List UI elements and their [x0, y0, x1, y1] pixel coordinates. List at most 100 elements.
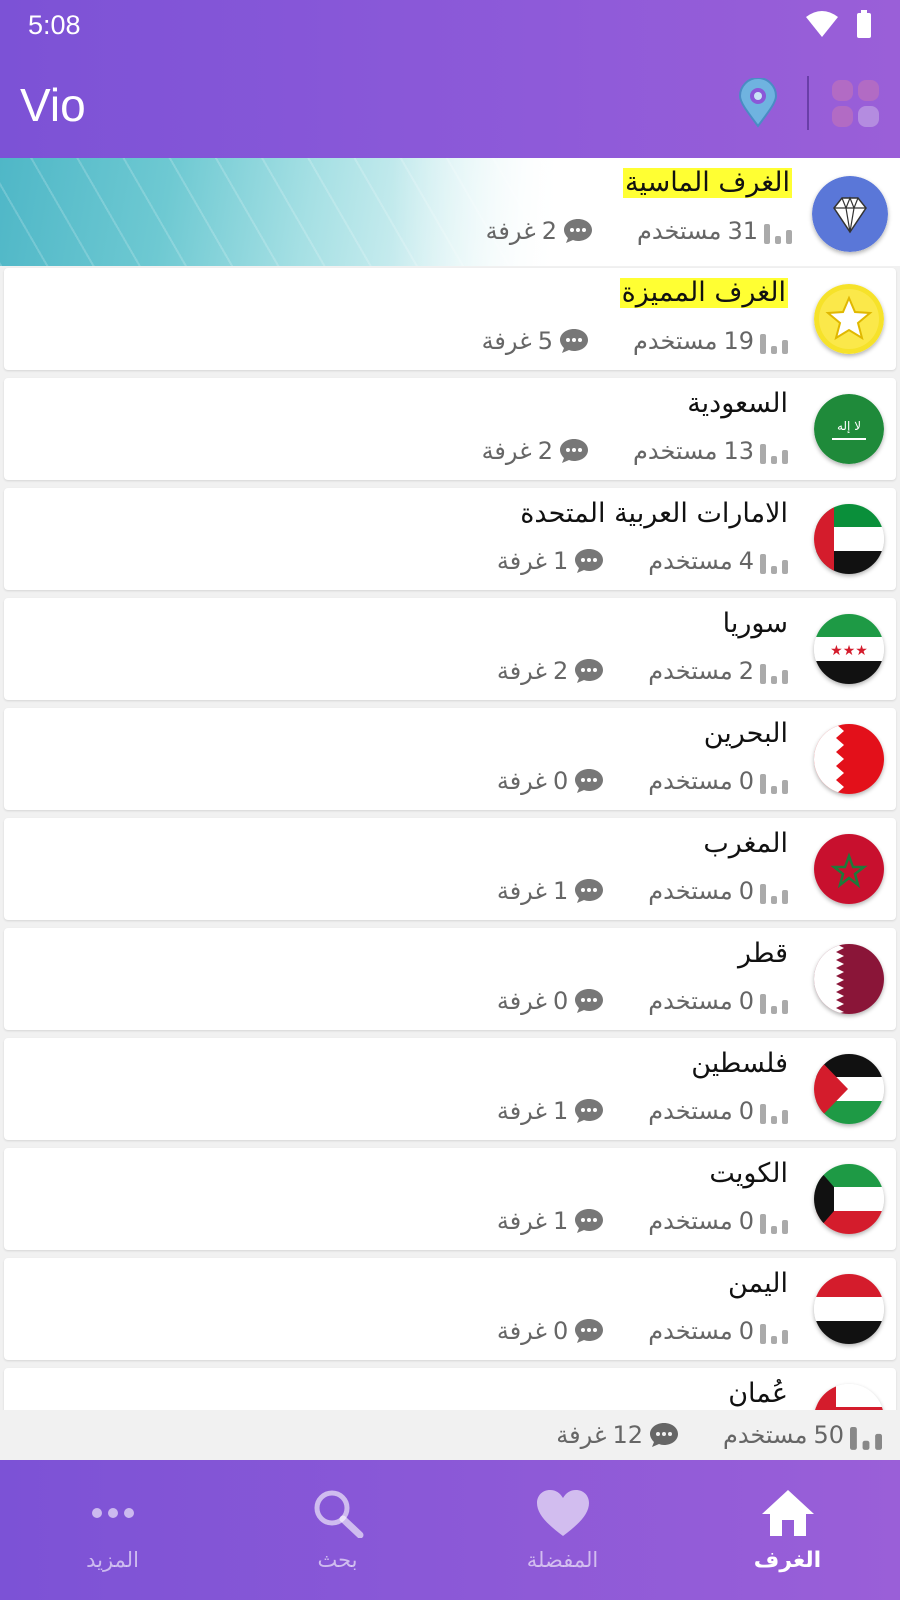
- status-time: 5:08: [28, 10, 81, 40]
- room-stats: 31 مستخدم 2 غرفة: [486, 216, 792, 246]
- room-label: غرفة: [496, 987, 547, 1015]
- chat-bubble-icon: [575, 769, 604, 793]
- room-name: المغرب: [703, 828, 788, 859]
- heart-icon: [536, 1490, 589, 1536]
- room-name: السعودية: [687, 388, 788, 419]
- room-item[interactable]: لا إله السعودية 13 مستخدم 2 غرفة: [4, 378, 896, 480]
- room-label: غرفة: [496, 1207, 547, 1235]
- location-pin-icon[interactable]: [738, 78, 778, 128]
- svg-text:★★★: ★★★: [830, 643, 868, 659]
- room-item[interactable]: فلسطين 0 مستخدم 1 غرفة: [4, 1038, 896, 1140]
- signal-bars-icon: [760, 1104, 788, 1124]
- signal-bars-icon: [760, 1214, 788, 1234]
- nav-favorites[interactable]: المفضلة: [450, 1460, 675, 1600]
- user-count: 19: [723, 327, 754, 355]
- user-label: مستخدم: [648, 877, 733, 905]
- chat-bubble-icon: [575, 659, 604, 683]
- room-count: 2: [541, 217, 557, 245]
- room-label: غرفة: [481, 437, 532, 465]
- user-count: 2: [738, 657, 754, 685]
- svg-text:لا إله: لا إله: [837, 419, 861, 433]
- room-item[interactable]: الغرف الماسية 31 مستخدم 2 غرفة: [0, 158, 900, 266]
- room-name: الغرف المميزة: [619, 277, 788, 308]
- chat-bubble-icon: [575, 879, 604, 903]
- wifi-icon: [806, 11, 838, 37]
- room-name: اليمن: [727, 1268, 788, 1299]
- room-label: غرفة: [496, 657, 547, 685]
- signal-bars-icon: [760, 774, 788, 794]
- flag-morocco-icon: [814, 834, 884, 904]
- app-bar: 5:08 Vio: [0, 0, 900, 158]
- room-stats: 2 مستخدم 2 غرفة: [497, 656, 788, 686]
- flag-yemen-icon: [814, 1274, 884, 1344]
- room-item[interactable]: الكويت 0 مستخدم 1 غرفة: [4, 1148, 896, 1250]
- signal-bars-icon: [760, 554, 788, 574]
- total-user-count: 50: [813, 1421, 844, 1449]
- room-item[interactable]: قطر 0 مستخدم 0 غرفة: [4, 928, 896, 1030]
- battery-icon: [857, 10, 871, 38]
- room-stats: 0 مستخدم 0 غرفة: [497, 1316, 788, 1346]
- room-count: 5: [537, 327, 553, 355]
- user-label: مستخدم: [648, 987, 733, 1015]
- total-user-label: مستخدم: [722, 1421, 808, 1449]
- room-count: 0: [552, 1317, 569, 1345]
- home-icon: [761, 1489, 814, 1536]
- user-count: 13: [723, 437, 754, 465]
- room-name: البحرين: [703, 718, 788, 749]
- user-label: مستخدم: [632, 437, 718, 465]
- signal-bars-icon: [760, 994, 788, 1014]
- signal-bars-icon: [760, 884, 788, 904]
- nav-rooms[interactable]: الغرف: [675, 1460, 900, 1600]
- signal-bars-icon: [764, 224, 792, 244]
- nav-search[interactable]: بحث: [225, 1460, 450, 1600]
- user-label: مستخدم: [648, 1097, 733, 1125]
- nav-more[interactable]: المزيد: [0, 1460, 225, 1600]
- flag-saudi-icon: لا إله: [814, 394, 884, 464]
- room-name: فلسطين: [691, 1048, 788, 1079]
- signal-bars-icon: [760, 664, 788, 684]
- room-label: غرفة: [496, 1317, 547, 1345]
- room-item[interactable]: المغرب 0 مستخدم 1 غرفة: [4, 818, 896, 920]
- user-label: مستخدم: [648, 547, 733, 575]
- signal-bars-icon: [850, 1427, 882, 1450]
- room-item[interactable]: الغرف المميزة 19 مستخدم 5 غرفة: [4, 268, 896, 370]
- room-count: 1: [552, 547, 569, 575]
- room-label: غرفة: [496, 547, 547, 575]
- room-count: 2: [552, 657, 569, 685]
- room-count: 1: [552, 1097, 569, 1125]
- flag-kuwait-icon: [814, 1164, 884, 1234]
- room-stats: 0 مستخدم 0 غرفة: [497, 766, 788, 796]
- room-item[interactable]: اليمن 0 مستخدم 0 غرفة: [4, 1258, 896, 1360]
- status-icons: [806, 10, 872, 38]
- grid-menu-icon[interactable]: [832, 80, 880, 128]
- room-item[interactable]: البحرين 0 مستخدم 0 غرفة: [4, 708, 896, 810]
- room-stats: 0 مستخدم 1 غرفة: [497, 1096, 788, 1126]
- room-count: 0: [552, 767, 569, 795]
- room-item[interactable]: ★★★ سوريا 2 مستخدم 2 غرفة: [4, 598, 896, 700]
- bottom-nav: الغرف المفضلة بحث المزيد: [0, 1460, 900, 1600]
- chat-bubble-icon: [575, 1319, 604, 1343]
- room-stats: 0 مستخدم 1 غرفة: [497, 876, 788, 906]
- nav-rooms-label: الغرف: [753, 1547, 822, 1573]
- room-label: غرفة: [496, 877, 547, 905]
- flag-qatar-icon: [814, 944, 884, 1014]
- room-name: الامارات العربية المتحدة: [520, 498, 788, 529]
- room-item[interactable]: عُمان: [4, 1368, 896, 1410]
- room-stats: 19 مستخدم 5 غرفة: [482, 326, 788, 356]
- user-label: مستخدم: [648, 657, 733, 685]
- chat-bubble-icon: [649, 1423, 678, 1447]
- room-list[interactable]: الغرف الماسية 31 مستخدم 2 غرفة الغرف الم…: [0, 158, 900, 1410]
- user-label: مستخدم: [648, 767, 733, 795]
- total-room-count: 12: [612, 1421, 643, 1449]
- room-stats: 0 مستخدم 1 غرفة: [497, 1206, 788, 1236]
- chat-bubble-icon: [559, 329, 588, 353]
- totals-bar: 50 مستخدم 12 غرفة: [0, 1410, 900, 1460]
- flag-oman-icon: [814, 1384, 884, 1410]
- flag-palestine-icon: [814, 1054, 884, 1124]
- room-name: قطر: [738, 938, 788, 969]
- user-label: مستخدم: [648, 1207, 733, 1235]
- signal-bars-icon: [760, 1324, 788, 1344]
- room-item[interactable]: الامارات العربية المتحدة 4 مستخدم 1 غرفة: [4, 488, 896, 590]
- room-label: غرفة: [496, 1097, 547, 1125]
- room-name: الغرف الماسية: [622, 167, 792, 198]
